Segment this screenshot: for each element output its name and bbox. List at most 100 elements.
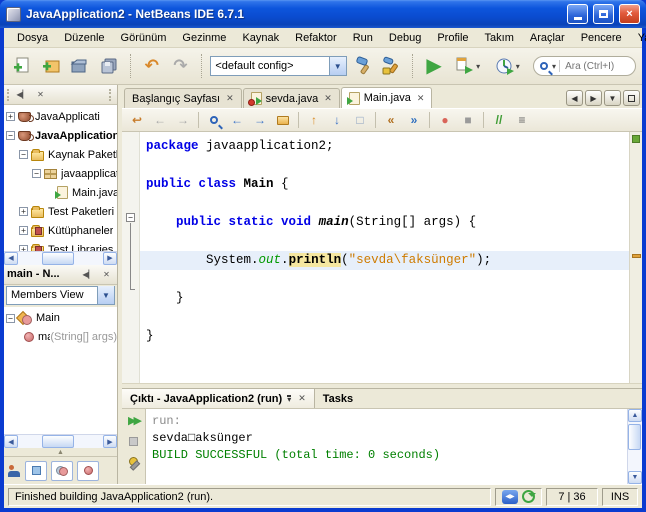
collapse-icon[interactable]: − — [6, 131, 15, 140]
close-tab-icon[interactable]: ✕ — [324, 93, 332, 104]
tree-item-main-java[interactable]: Main.java — [6, 183, 117, 202]
tree-item-k-t-phaneler[interactable]: + Kütüphaneler — [6, 221, 117, 240]
menu-tak-m[interactable]: Takım — [478, 30, 521, 46]
menu-gezinme[interactable]: Gezinme — [175, 30, 233, 46]
save-all-icon[interactable] — [96, 53, 122, 79]
menu-d-zenle[interactable]: Düzenle — [57, 30, 111, 46]
build-icon[interactable] — [350, 53, 376, 79]
drag-grip[interactable] — [109, 88, 114, 101]
scroll-up-icon[interactable]: ▲ — [628, 409, 642, 422]
close-tab-icon[interactable]: ✕ — [298, 393, 306, 404]
menu-pencere[interactable]: Pencere — [574, 30, 629, 46]
quick-search[interactable]: ▾ — [533, 56, 636, 76]
code-line-6[interactable] — [140, 232, 629, 251]
code-line-11[interactable]: } — [140, 327, 629, 346]
scroll-left-icon[interactable]: ◀ — [4, 251, 18, 265]
minimize-panel-icon[interactable]: ◀▏ — [81, 267, 96, 281]
redo-icon[interactable]: ↷ — [168, 53, 194, 79]
code-line-9[interactable]: } — [140, 289, 629, 308]
next-occurrence-icon[interactable]: → — [249, 110, 271, 130]
previous-occurrence-icon[interactable]: ← — [226, 110, 248, 130]
maximize-button[interactable] — [593, 4, 614, 24]
projects-horizontal-scrollbar[interactable]: ◀ ▶ — [4, 250, 117, 265]
menu-debug[interactable]: Debug — [382, 30, 428, 46]
last-edit-icon[interactable]: ↩ — [126, 110, 148, 130]
expand-icon[interactable]: + — [6, 112, 15, 121]
show-static-members-toggle[interactable] — [51, 460, 73, 481]
open-project-icon[interactable] — [67, 53, 93, 79]
drag-grip[interactable] — [7, 88, 12, 101]
scanning-icon[interactable] — [522, 490, 536, 503]
collapse-icon[interactable]: − — [19, 150, 28, 159]
menu-yard-m[interactable]: Yardım — [631, 30, 646, 46]
shift-left-icon[interactable]: « — [380, 110, 402, 130]
tree-item-main-class[interactable]: − Main — [6, 309, 117, 328]
record-macro-icon[interactable]: ● — [434, 110, 456, 130]
clean-build-icon[interactable] — [378, 53, 404, 79]
output-vertical-scrollbar[interactable]: ▲ ▼ — [627, 409, 642, 484]
show-fields-toggle[interactable] — [25, 460, 47, 481]
code-line-4[interactable] — [140, 194, 629, 213]
code-editor[interactable]: − package javaapplication2; public class… — [122, 132, 642, 383]
occurrence-mark[interactable] — [632, 254, 641, 258]
minimize-panel-icon[interactable]: ◀▏ — [15, 88, 30, 102]
new-file-icon[interactable] — [10, 53, 36, 79]
close-tab-icon[interactable]: ✕ — [417, 93, 425, 104]
menu-refaktor[interactable]: Refaktor — [288, 30, 344, 46]
members-view-combobox[interactable]: Members View ▼ — [6, 285, 115, 305]
collapse-icon[interactable]: − — [6, 313, 15, 323]
forward-icon[interactable]: → — [172, 110, 194, 130]
scroll-right-icon[interactable]: ▶ — [103, 251, 117, 265]
menu-ara-lar[interactable]: Araçlar — [523, 30, 572, 46]
stop-icon[interactable] — [125, 433, 143, 449]
close-panel-icon[interactable]: ✕ — [99, 267, 114, 281]
tab-sevda-java[interactable]: sevda.java ✕ — [242, 88, 340, 108]
previous-bookmark-icon[interactable]: ↑ — [303, 110, 325, 130]
tree-item-javaapplication2[interactable]: − JavaApplication2 — [6, 126, 117, 145]
tree-item-main-method[interactable]: main(String[] args) — [6, 328, 117, 347]
code-line-5[interactable]: public static void main(String[] args) { — [140, 213, 629, 232]
tree-item-kaynak-paketleri[interactable]: − Kaynak Paketleri — [6, 145, 117, 164]
next-bookmark-icon[interactable]: ↓ — [326, 110, 348, 130]
code-line-3[interactable]: public class Main { — [140, 175, 629, 194]
tab-list-dropdown-icon[interactable]: ▼ — [604, 90, 621, 106]
navigator-horizontal-scrollbar[interactable]: ◀ ▶ — [4, 434, 117, 448]
code-line-10[interactable] — [140, 308, 629, 327]
code-area[interactable]: package javaapplication2; public class M… — [140, 132, 629, 383]
caret-mode-icon[interactable]: ◀▶ — [502, 489, 518, 504]
close-tab-icon[interactable]: ✕ — [226, 93, 234, 104]
undo-icon[interactable]: ↶ — [139, 53, 165, 79]
tree-item-javaapplicati[interactable]: + JavaApplicati — [6, 107, 117, 126]
code-line-2[interactable] — [140, 156, 629, 175]
show-non-public-toggle[interactable] — [77, 460, 99, 481]
comment-icon[interactable]: // — [488, 110, 510, 130]
tab-main-java[interactable]: Main.java ✕ — [340, 87, 433, 108]
no-errors-mark[interactable] — [632, 135, 640, 143]
scroll-tabs-left-icon[interactable]: ◀ — [566, 90, 583, 106]
close-button[interactable]: × — [619, 4, 640, 24]
tab-tasks[interactable]: Tasks — [315, 389, 361, 408]
tab-start-page[interactable]: Başlangıç Sayfası ✕ — [124, 88, 242, 108]
new-project-icon[interactable] — [39, 53, 65, 79]
collapse-icon[interactable]: − — [32, 169, 41, 178]
shift-right-icon[interactable]: » — [403, 110, 425, 130]
output-console[interactable]: run: sevda□aksünger BUILD SUCCESSFUL (tota… — [146, 409, 627, 484]
code-line-8[interactable] — [140, 270, 629, 289]
scrollbar-thumb[interactable] — [41, 435, 74, 448]
profile-icon[interactable]: ▾ — [488, 53, 526, 79]
menu-kaynak[interactable]: Kaynak — [235, 30, 286, 46]
chevron-down-icon[interactable]: ▼ — [328, 57, 346, 75]
stop-macro-icon[interactable]: ■ — [457, 110, 479, 130]
scrollbar-thumb[interactable] — [41, 251, 74, 265]
inherited-members-icon[interactable] — [8, 464, 21, 477]
rerun-icon[interactable]: ▶▶ — [125, 412, 143, 428]
back-icon[interactable]: ← — [149, 110, 171, 130]
ant-settings-icon[interactable] — [125, 454, 143, 470]
menu-dosya[interactable]: Dosya — [10, 30, 55, 46]
debug-icon[interactable]: ▾ — [450, 53, 486, 79]
find-icon[interactable] — [203, 110, 225, 130]
toggle-bookmark-icon[interactable]: □ — [349, 110, 371, 130]
close-panel-icon[interactable]: ✕ — [33, 88, 48, 102]
minimize-button[interactable] — [567, 4, 588, 24]
chevron-down-icon[interactable]: ▾ — [552, 62, 556, 71]
